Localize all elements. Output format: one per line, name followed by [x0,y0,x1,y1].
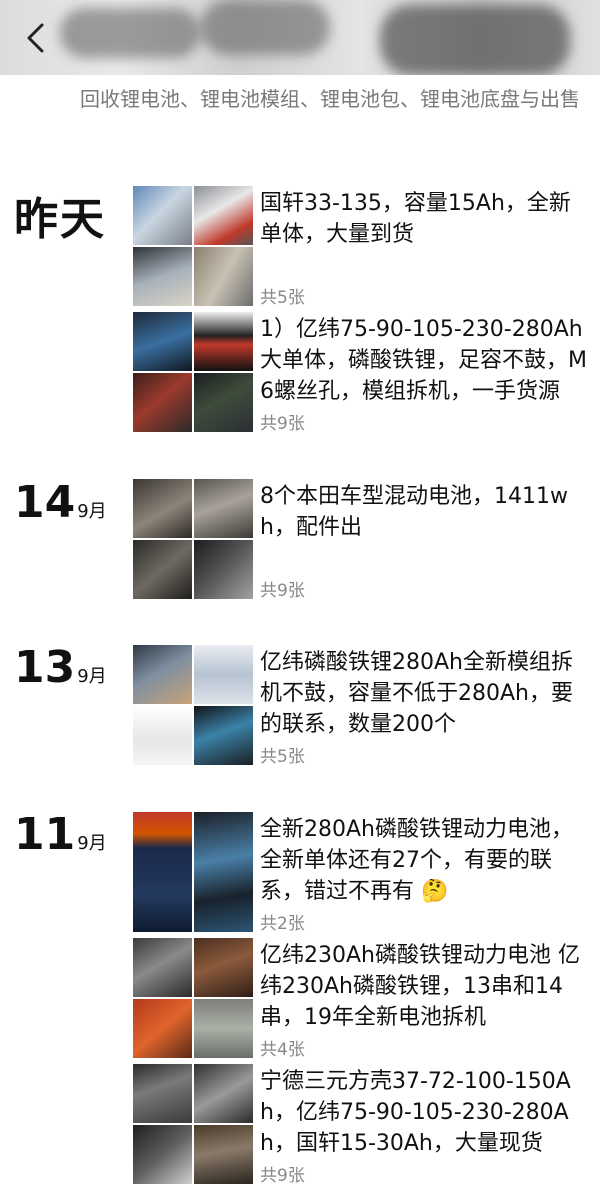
post-photo[interactable] [133,373,192,432]
post-photo[interactable] [133,1064,192,1123]
day-month: 9月 [77,833,107,854]
day-label: 13 9月 [14,646,107,690]
post-photo-grid[interactable] [133,312,253,432]
photo-count: 共4张 [260,1040,305,1060]
post-photo[interactable] [194,247,253,306]
day-number: 13 [14,642,76,693]
profile-signature: 回收锂电池、锂电池模组、锂电池包、锂电池底盘与出售 [80,87,580,111]
post-photo[interactable] [194,479,253,538]
post-photo[interactable] [133,999,192,1058]
moment-post[interactable]: 国轩33-135，容量15Ah，全新单体，大量到货 共5张 [133,186,593,308]
chevron-left-icon [27,23,44,53]
day-label-yesterday: 昨天 [14,194,106,245]
day-month: 9月 [77,501,107,522]
post-photo[interactable] [194,186,253,245]
post-text: 宁德三元方壳37-72-100-150Ah，亿纬75-90-105-230-28… [260,1069,571,1156]
photo-count: 共5张 [260,288,305,308]
post-photo[interactable] [194,938,253,997]
moment-post[interactable]: 8个本田车型混动电池，1411wh，配件出 共9张 [133,479,593,601]
photo-count: 共5张 [260,747,305,767]
day-label: 14 9月 [14,481,107,525]
moment-post[interactable]: 1）亿纬75-90-105-230-280Ah大单体，磷酸铁锂，足容不鼓，M6螺… [133,312,593,434]
post-photo[interactable] [133,812,192,932]
post-photo[interactable] [194,1064,253,1123]
post-photo[interactable] [133,540,192,599]
post-photo[interactable] [194,645,253,704]
post-photo[interactable] [133,479,192,538]
post-photo[interactable] [194,373,253,432]
moment-post[interactable]: 亿纬磷酸铁锂280Ah全新模组拆机不鼓，容量不低于280Ah，要的联系，数量20… [133,645,593,767]
post-photo-grid[interactable] [133,812,253,932]
post-photo-grid[interactable] [133,186,253,306]
post-photo[interactable] [194,312,253,371]
photo-count: 共9张 [260,414,305,434]
post-photo[interactable] [194,706,253,765]
post-photo[interactable] [194,1125,253,1184]
post-photo[interactable] [194,812,253,932]
day-number: 14 [14,477,76,528]
profile-cover-image [0,0,600,75]
post-text: 亿纬230Ah磷酸铁锂动力电池 亿纬230Ah磷酸铁锂，13串和14串，19年全… [260,943,580,1030]
post-text: 1）亿纬75-90-105-230-280Ah大单体，磷酸铁锂，足容不鼓，M6螺… [260,317,587,404]
post-text: 国轩33-135，容量15Ah，全新单体，大量到货 [260,191,571,247]
moment-post[interactable]: 全新280Ah磷酸铁锂动力电池，全新单体还有27个，有要的联系，错过不再有 🤔 … [133,812,593,934]
moment-post[interactable]: 亿纬230Ah磷酸铁锂动力电池 亿纬230Ah磷酸铁锂，13串和14串，19年全… [133,938,593,1060]
post-photo[interactable] [133,186,192,245]
post-photo[interactable] [133,938,192,997]
moment-post[interactable]: 宁德三元方壳37-72-100-150Ah，亿纬75-90-105-230-28… [133,1064,593,1186]
post-photo[interactable] [133,312,192,371]
post-text: 8个本田车型混动电池，1411wh，配件出 [260,484,568,540]
post-photo-grid[interactable] [133,645,253,765]
post-photo[interactable] [194,999,253,1058]
post-photo-grid[interactable] [133,479,253,599]
day-number: 11 [14,809,76,860]
post-photo-grid[interactable] [133,938,253,1058]
photo-count: 共2张 [260,914,305,934]
photo-count: 共9张 [260,1166,305,1186]
day-label: 11 9月 [14,813,107,857]
post-photo[interactable] [133,1125,192,1184]
post-photo[interactable] [133,645,192,704]
post-text: 全新280Ah磷酸铁锂动力电池，全新单体还有27个，有要的联系，错过不再有 🤔 [260,817,573,904]
post-photo[interactable] [133,706,192,765]
post-photo-grid[interactable] [133,1064,253,1184]
day-month: 9月 [77,666,107,687]
photo-count: 共9张 [260,581,305,601]
post-photo[interactable] [194,540,253,599]
back-button[interactable] [18,18,52,58]
post-photo[interactable] [133,247,192,306]
post-text: 亿纬磷酸铁锂280Ah全新模组拆机不鼓，容量不低于280Ah，要的联系，数量20… [260,650,573,737]
